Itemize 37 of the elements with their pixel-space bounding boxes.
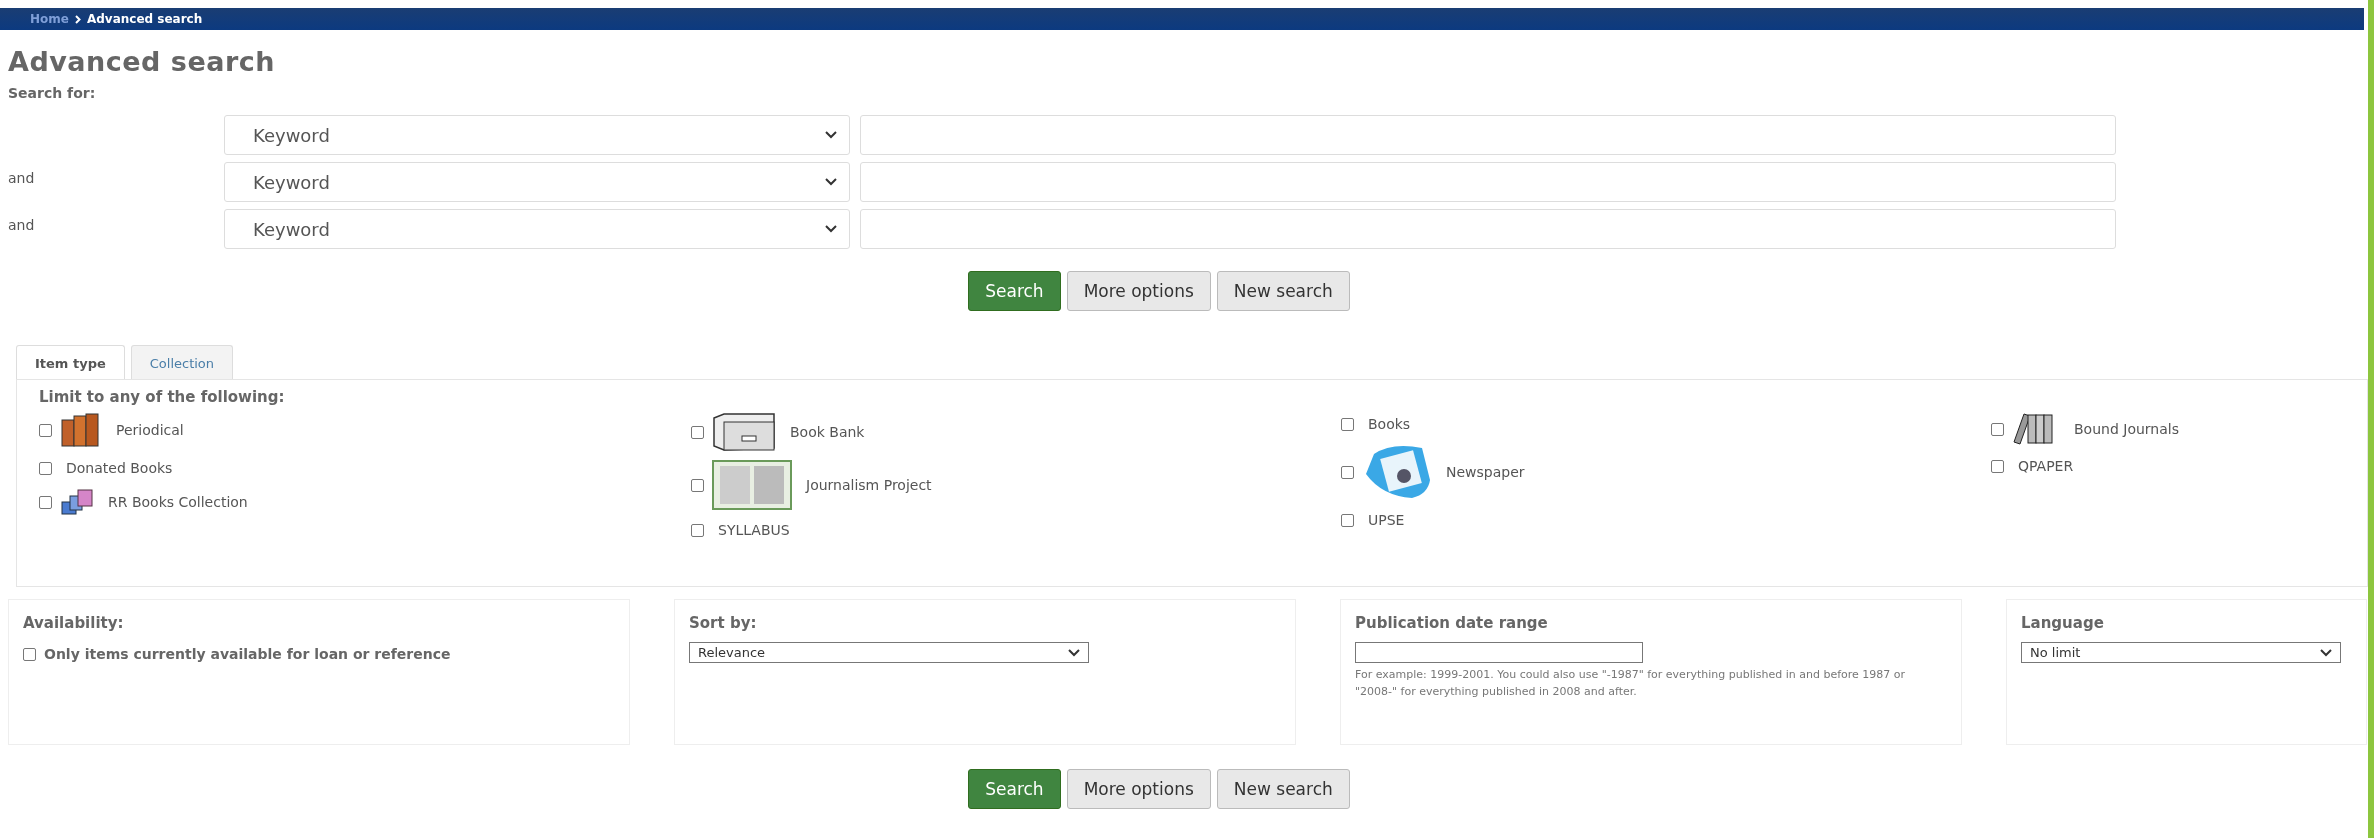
index-select[interactable]: Keyword xyxy=(224,115,850,155)
index-select[interactable]: Keyword xyxy=(224,209,850,249)
page-title: Advanced search xyxy=(8,46,276,77)
search-for-label: Search for: xyxy=(8,85,97,101)
item-type-label: RR Books Collection xyxy=(108,494,248,510)
item-type-label: Donated Books xyxy=(66,460,173,476)
tab[interactable]: Collection xyxy=(130,345,234,380)
item-type-label: Periodical xyxy=(116,422,184,438)
item-type-label: Journalism Project xyxy=(806,477,932,493)
language-select[interactable]: No limit xyxy=(2021,642,2341,663)
secondary-button[interactable]: New search xyxy=(1216,769,1350,809)
limit-heading: Limit to any of the following: xyxy=(39,388,286,406)
search-button[interactable]: Search xyxy=(968,271,1061,311)
search-button[interactable]: Search xyxy=(968,769,1061,809)
item-type-label: Book Bank xyxy=(790,424,865,440)
availability-label: Only items currently available for loan or reference xyxy=(44,646,451,662)
item-type-label: UPSE xyxy=(1368,512,1405,528)
sort-select[interactable]: Relevance xyxy=(689,642,1089,663)
card-heading: Language xyxy=(2021,614,2105,632)
tab[interactable]: Item type xyxy=(16,345,125,380)
breadcrumb-current: Advanced search xyxy=(86,12,203,26)
item-type-label: QPAPER xyxy=(2018,458,2074,474)
index-select[interactable]: Keyword xyxy=(224,162,850,202)
card-heading: Publication date range xyxy=(1355,614,1549,632)
secondary-button[interactable]: More options xyxy=(1066,271,1211,311)
date-range-hint: For example: 1999-2001. You could also use "-1987" for everything published in and before 1987 or "2008-" for everything published in 2008 and after. xyxy=(1355,667,1907,700)
operator-label: and xyxy=(8,217,35,233)
item-type-label: Newspaper xyxy=(1446,464,1525,480)
item-type-label: Bound Journals xyxy=(2074,421,2179,437)
operator-label: and xyxy=(8,170,35,186)
secondary-button[interactable]: New search xyxy=(1216,271,1350,311)
breadcrumb-link[interactable]: Home xyxy=(30,12,69,26)
secondary-button[interactable]: More options xyxy=(1066,769,1211,809)
item-type-label: Books xyxy=(1368,416,1411,432)
card-heading: Sort by: xyxy=(689,614,758,632)
item-type-label: SYLLABUS xyxy=(718,522,790,538)
card-heading: Availability: xyxy=(23,614,125,632)
